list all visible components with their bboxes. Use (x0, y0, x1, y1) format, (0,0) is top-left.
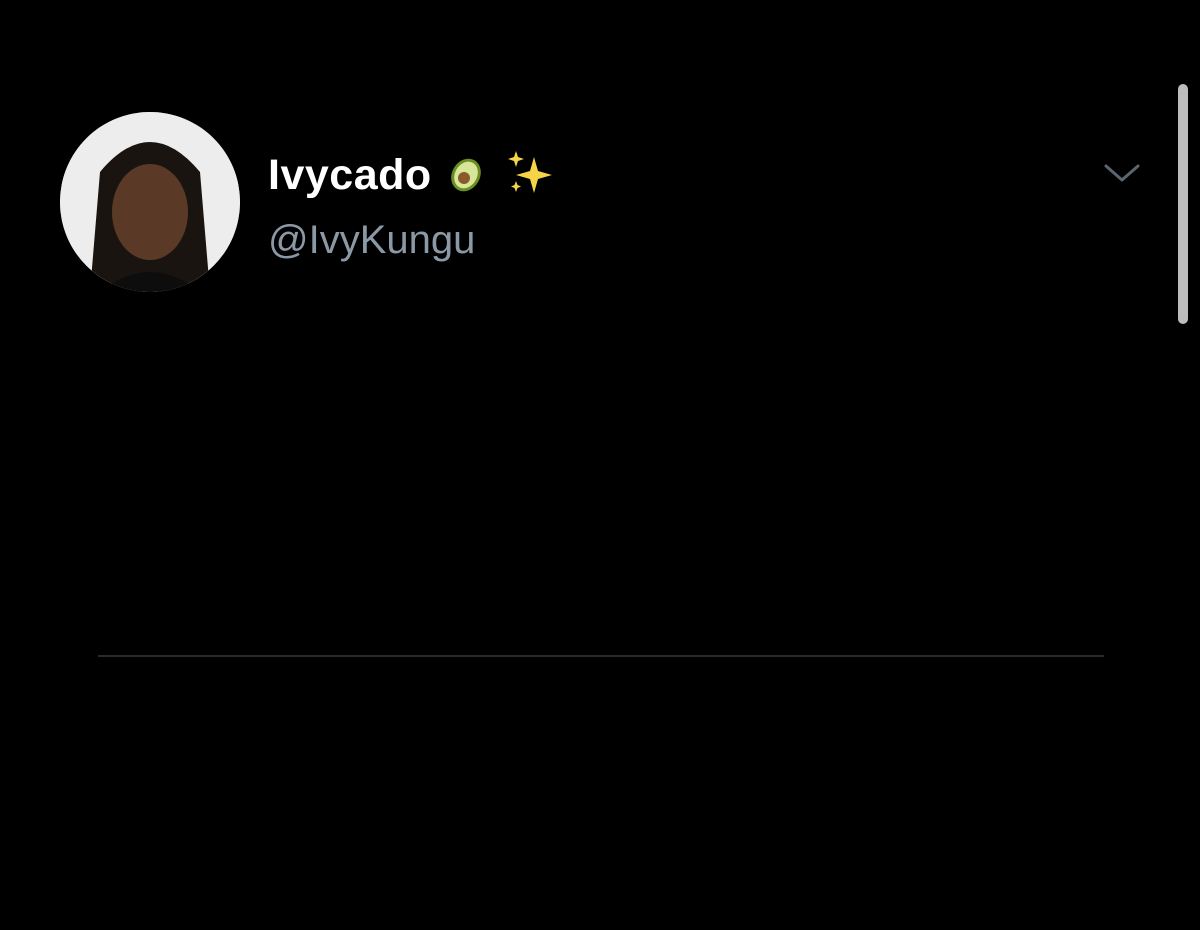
tweet-card: Ivycado @IvyKungu (0, 0, 1200, 930)
avatar[interactable] (60, 112, 240, 292)
scrollbar[interactable] (1178, 84, 1188, 324)
chevron-down-icon[interactable] (1100, 158, 1144, 193)
avatar-image (60, 112, 240, 292)
display-name[interactable]: Ivycado (268, 151, 432, 200)
divider (98, 655, 1104, 657)
avocado-icon (446, 151, 490, 200)
sparkles-icon (504, 147, 556, 204)
handle[interactable]: @IvyKungu (268, 218, 475, 263)
author-name-row[interactable]: Ivycado (268, 150, 556, 200)
